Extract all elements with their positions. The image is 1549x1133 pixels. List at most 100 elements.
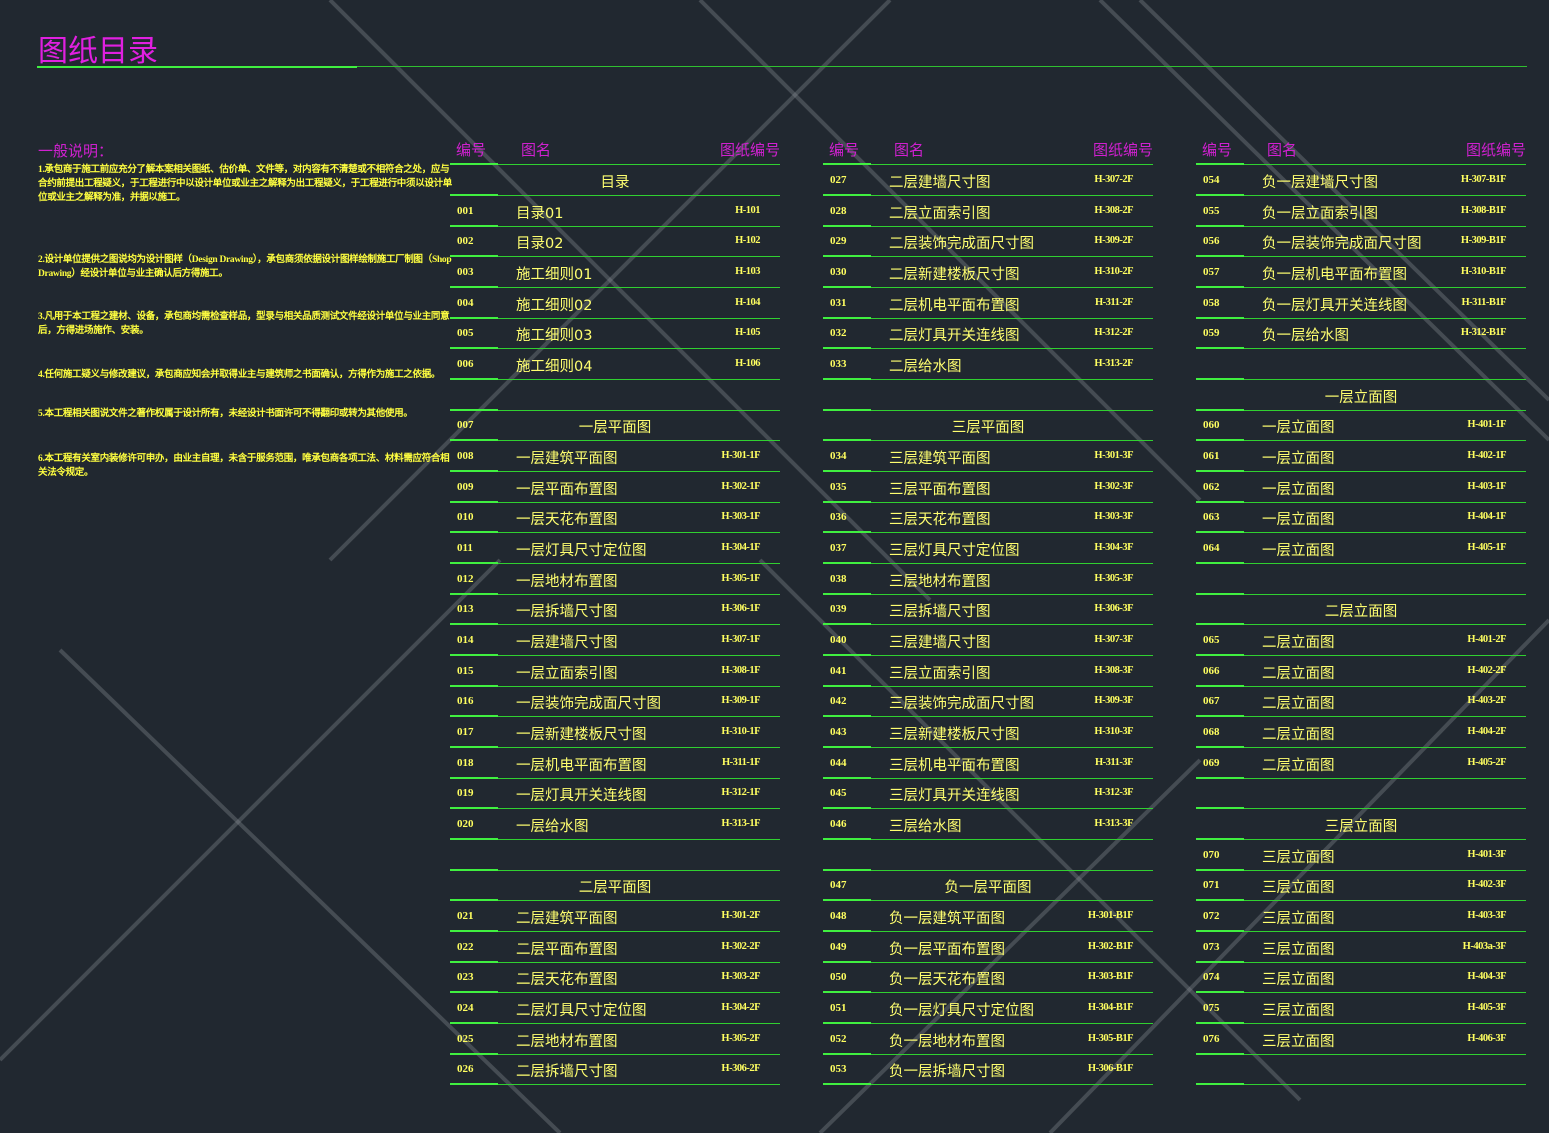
blank-row: [1196, 1054, 1526, 1086]
drawing-name: 二层平面布置图: [516, 941, 618, 958]
drawing-code: H-304-B1F: [1087, 1002, 1134, 1014]
drawing-number: 057: [1203, 266, 1220, 278]
table-row: 041 三层立面索引图 H-308-3F: [823, 656, 1153, 687]
header-divider: [823, 134, 1153, 165]
drawing-name: 三层立面图: [1262, 911, 1335, 928]
drawing-number: 074: [1203, 971, 1220, 984]
row-divider-accent: [1196, 1083, 1244, 1086]
drawing-name: 一层立面图: [1262, 451, 1335, 468]
section-row: 047 负一层平面图: [823, 870, 1153, 902]
drawing-name: 一层建墙尺寸图: [516, 635, 618, 652]
table-row: 025 二层地材布置图 H-305-2F: [450, 1024, 780, 1055]
drawing-number: 025: [457, 1032, 474, 1045]
drawing-number: 027: [830, 174, 847, 186]
drawing-code: H-313-3F: [1094, 818, 1133, 830]
table-row: 027 二层建墙尺寸图 H-307-2F: [823, 165, 1153, 196]
drawing-name: 负一层地材布置图: [889, 1033, 1005, 1050]
drawing-number: 059: [1203, 327, 1220, 340]
table-row: 056 负一层装饰完成面尺寸图 H-309-B1F: [1196, 226, 1526, 258]
drawing-code: H-311-3F: [1095, 756, 1134, 768]
table-row: 037 三层灯具尺寸定位图 H-304-3F: [823, 533, 1153, 565]
drawing-code: H-301-1F: [721, 450, 760, 462]
drawing-code: H-301-3F: [1094, 450, 1133, 462]
drawing-code: H-301-2F: [721, 910, 760, 922]
drawing-number: 072: [1203, 910, 1220, 923]
section-row: 一层立面图: [1196, 380, 1526, 411]
drawing-code: H-307-1F: [721, 634, 760, 646]
drawing-name: 负一层立面索引图: [1262, 205, 1378, 222]
drawing-code: H-102: [735, 235, 760, 247]
drawing-code: H-305-2F: [721, 1032, 760, 1044]
drawing-name: 一层立面图: [1262, 543, 1335, 560]
drawing-code: H-104: [735, 296, 760, 308]
drawing-code: H-103: [735, 266, 760, 277]
table-row: 018 一层机电平面布置图 H-311-1F: [450, 748, 780, 779]
drawing-number: 009: [457, 480, 474, 493]
drawing-code: H-309-2F: [1094, 235, 1133, 247]
table-row: 064 一层立面图 H-405-1F: [1196, 533, 1526, 565]
drawing-code: H-312-1F: [721, 787, 760, 799]
drawing-code: H-405-3F: [1467, 1002, 1506, 1014]
table-row: 013 一层拆墙尺寸图 H-306-1F: [450, 594, 780, 626]
drawing-code: H-303-B1F: [1087, 971, 1134, 983]
table-row: 075 三层立面图 H-405-3F: [1196, 993, 1526, 1025]
drawing-code: H-309-1F: [721, 695, 760, 707]
drawing-code: H-105: [735, 327, 760, 339]
drawing-code: H-303-1F: [721, 511, 760, 523]
drawing-number: 015: [457, 664, 474, 677]
table-row: 021 二层建筑平面图 H-301-2F: [450, 901, 780, 933]
drawing-code: H-310-B1F: [1460, 266, 1507, 277]
drawing-number: 062: [1203, 480, 1220, 493]
table-row: 009 一层平面布置图 H-302-1F: [450, 472, 780, 503]
drawing-name: 二层立面图: [1262, 635, 1335, 652]
note-2: 2.设计单位提供之图说均为设计图样（Design Drawing），承包商须依据…: [38, 255, 452, 279]
section-title: 负一层平面图: [944, 880, 1032, 897]
drawing-number: 058: [1203, 296, 1220, 309]
drawing-name: 二层立面图: [1262, 757, 1335, 774]
drawing-code: H-402-2F: [1467, 664, 1506, 676]
table-row: 049 负一层平面布置图 H-302-B1F: [823, 932, 1153, 963]
table-row: 055 负一层立面索引图 H-308-B1F: [1196, 196, 1526, 227]
blank-row: [1196, 778, 1526, 810]
drawing-name: 三层新建楼板尺寸图: [889, 727, 1020, 744]
drawing-code: H-405-1F: [1467, 542, 1506, 554]
note-5: 5.本工程相关图说文件之著作权属于设计所有，未经设计书面许可不得翻印或转为其他使…: [38, 409, 413, 419]
blank-row: [1196, 349, 1526, 381]
drawing-name: 一层地材布置图: [516, 573, 618, 590]
table-row: 029 二层装饰完成面尺寸图 H-309-2F: [823, 226, 1153, 258]
table-row: 034 三层建筑平面图 H-301-3F: [823, 441, 1153, 473]
drawing-code: H-308-2F: [1094, 204, 1133, 216]
index-column-3: 编号 图名 图纸编号 054 负一层建墙尺寸图 H-307-B1F 055 负一层立面索…: [1196, 0, 1528, 1133]
drawing-code: H-402-1F: [1467, 450, 1506, 462]
drawing-code: H-304-1F: [721, 542, 760, 554]
drawing-code: H-310-3F: [1094, 726, 1133, 738]
table-row: 035 三层平面布置图 H-302-3F: [823, 472, 1153, 503]
drawing-name: 一层灯具开关连线图: [516, 788, 647, 805]
table-row: 072 三层立面图 H-403-3F: [1196, 901, 1526, 933]
drawing-number: 030: [830, 266, 847, 278]
drawing-name: 施工细则02: [516, 297, 593, 314]
section-row: 二层平面图: [450, 870, 780, 902]
drawing-name: 三层机电平面布置图: [889, 757, 1020, 774]
drawing-number: 021: [457, 910, 474, 923]
drawing-code: H-306-2F: [721, 1063, 760, 1075]
drawing-number: 076: [1203, 1032, 1220, 1045]
header-divider: [450, 134, 780, 165]
table-row: 060 一层立面图 H-401-1F: [1196, 410, 1526, 442]
blank-row: [823, 840, 1153, 871]
drawing-name: 三层建墙尺寸图: [889, 635, 991, 652]
drawing-code: H-402-3F: [1467, 879, 1506, 891]
table-row: 020 一层给水图 H-313-1F: [450, 809, 780, 841]
row-divider-accent: [450, 1083, 498, 1086]
drawing-number: 026: [457, 1063, 474, 1076]
section-title: 二层平面图: [578, 880, 652, 897]
section-row: 目录: [450, 165, 780, 196]
drawing-number: 014: [457, 634, 474, 647]
drawing-name: 二层天花布置图: [516, 972, 618, 989]
drawing-code: H-313-1F: [721, 818, 760, 830]
drawing-number: 005: [457, 327, 474, 340]
drawing-number: 065: [1203, 634, 1220, 647]
table-row: 008 一层建筑平面图 H-301-1F: [450, 441, 780, 473]
drawing-code: H-101: [735, 204, 760, 216]
note-3: 3.凡用于本工程之建材、设备，承包商均需检查样品，型录与相关品质测试文件经设计单…: [38, 312, 450, 336]
